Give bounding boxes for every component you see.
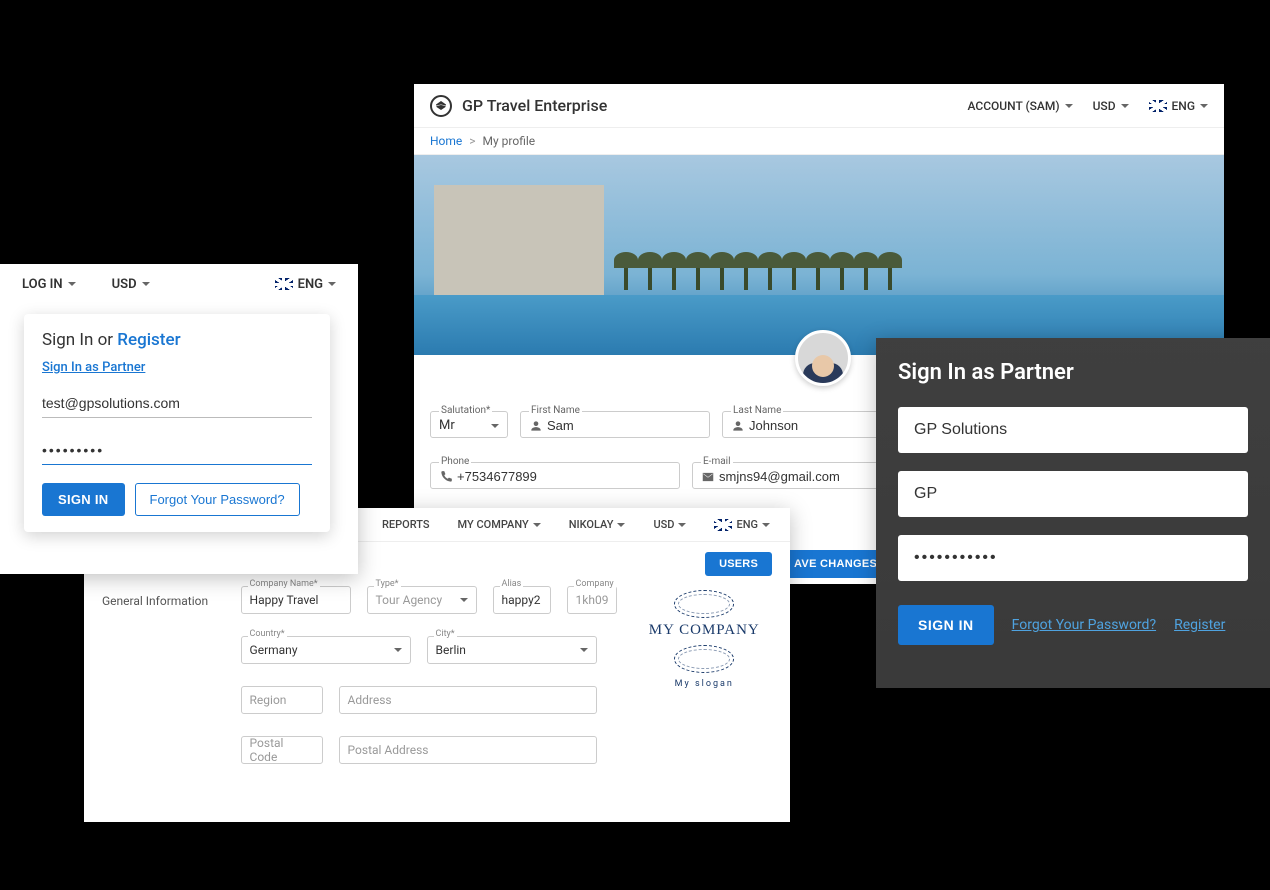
- currency-dropdown[interactable]: USD: [1093, 99, 1129, 113]
- logo-ring-icon: [674, 590, 734, 618]
- address-field[interactable]: Address: [339, 686, 597, 714]
- brand-logo-icon: [430, 95, 452, 117]
- signin-popup: Sign In or Register Sign In as Partner S…: [24, 314, 330, 532]
- forgot-password-button[interactable]: Forgot Your Password?: [135, 483, 300, 516]
- signin-as-partner-link[interactable]: Sign In as Partner: [42, 360, 312, 375]
- chevron-down-icon: [678, 523, 686, 527]
- signin-panel: LOG IN USD ENG LIGH m 2 Sign In or Regis…: [0, 264, 358, 574]
- region-field[interactable]: Region: [241, 686, 323, 714]
- signin-button[interactable]: SIGN IN: [42, 483, 125, 516]
- account-dropdown[interactable]: ACCOUNT (SAM): [967, 99, 1072, 113]
- chevron-down-icon: [580, 648, 588, 652]
- partner-signin-button[interactable]: SIGN IN: [898, 605, 994, 645]
- nav-reports[interactable]: REPORTS: [382, 518, 430, 531]
- password-input[interactable]: [42, 436, 312, 465]
- signin-nav: LOG IN USD ENG: [0, 264, 358, 304]
- brand-title: GP Travel Enterprise: [462, 96, 607, 115]
- chevron-down-icon: [762, 523, 770, 527]
- nav-user[interactable]: NIKOLAY: [569, 518, 626, 531]
- users-button[interactable]: USERS: [705, 552, 772, 576]
- uk-flag-icon: [1149, 100, 1167, 112]
- nav-language[interactable]: ENG: [275, 277, 336, 292]
- signin-title: Sign In or Register: [42, 330, 312, 350]
- country-select[interactable]: Country*Germany: [241, 636, 411, 664]
- chevron-down-icon: [1200, 104, 1208, 108]
- partner-title: Sign In as Partner: [898, 360, 1248, 385]
- save-changes-button[interactable]: AVE CHANGES: [782, 550, 889, 578]
- company-name-field[interactable]: Company Name*Happy Travel: [241, 586, 351, 614]
- uk-flag-icon: [275, 278, 293, 290]
- person-icon: [731, 419, 745, 433]
- partner-forgot-link[interactable]: Forgot Your Password?: [1012, 617, 1156, 633]
- alias-field[interactable]: Aliashappy2: [493, 586, 551, 614]
- chevron-down-icon: [142, 282, 150, 286]
- logo-ring-icon: [674, 645, 734, 673]
- first-name-field[interactable]: First Name: [520, 411, 710, 438]
- nav-currency[interactable]: USD: [112, 277, 150, 292]
- chevron-down-icon: [1065, 104, 1073, 108]
- chevron-down-icon: [328, 282, 336, 286]
- company-type-select[interactable]: Type*Tour Agency: [367, 586, 477, 614]
- partner-password-input[interactable]: [898, 535, 1248, 581]
- phone-field[interactable]: Phone: [430, 462, 680, 489]
- mail-icon: [701, 470, 715, 484]
- partner-user-input[interactable]: [898, 471, 1248, 517]
- company-code-field: Company1kh09: [567, 586, 617, 614]
- nav-language[interactable]: ENG: [714, 518, 770, 531]
- postal-code-field[interactable]: Postal Code: [241, 736, 323, 764]
- chevron-down-icon: [68, 282, 76, 286]
- chevron-down-icon: [394, 648, 402, 652]
- chevron-down-icon: [460, 598, 468, 602]
- partner-company-input[interactable]: [898, 407, 1248, 453]
- chevron-down-icon: [1121, 104, 1129, 108]
- nav-my-company[interactable]: MY COMPANY: [458, 518, 541, 531]
- profile-header: GP Travel Enterprise ACCOUNT (SAM) USD E…: [414, 84, 1224, 128]
- breadcrumb: Home > My profile: [414, 128, 1224, 155]
- nav-login[interactable]: LOG IN: [22, 277, 76, 292]
- hero-image: [414, 155, 1224, 355]
- postal-address-field[interactable]: Postal Address: [339, 736, 597, 764]
- phone-icon: [439, 470, 453, 484]
- uk-flag-icon: [714, 519, 732, 531]
- person-icon: [529, 419, 543, 433]
- chevron-down-icon: [533, 523, 541, 527]
- language-dropdown[interactable]: ENG: [1149, 99, 1208, 113]
- breadcrumb-current: My profile: [483, 134, 536, 148]
- register-link[interactable]: Register: [117, 330, 180, 350]
- section-label: General Information: [102, 586, 221, 786]
- breadcrumb-home[interactable]: Home: [430, 134, 462, 148]
- partner-register-link[interactable]: Register: [1174, 617, 1225, 633]
- company-logo: MY COMPANY My slogan: [637, 586, 772, 786]
- nav-currency[interactable]: USD: [653, 518, 686, 531]
- chevron-down-icon: [491, 424, 499, 428]
- email-input[interactable]: [42, 389, 312, 418]
- chevron-down-icon: [617, 523, 625, 527]
- salutation-select[interactable]: Salutation* Mr: [430, 411, 508, 438]
- city-select[interactable]: City*Berlin: [427, 636, 597, 664]
- avatar[interactable]: [795, 330, 851, 386]
- partner-signin-panel: Sign In as Partner SIGN IN Forgot Your P…: [876, 338, 1270, 688]
